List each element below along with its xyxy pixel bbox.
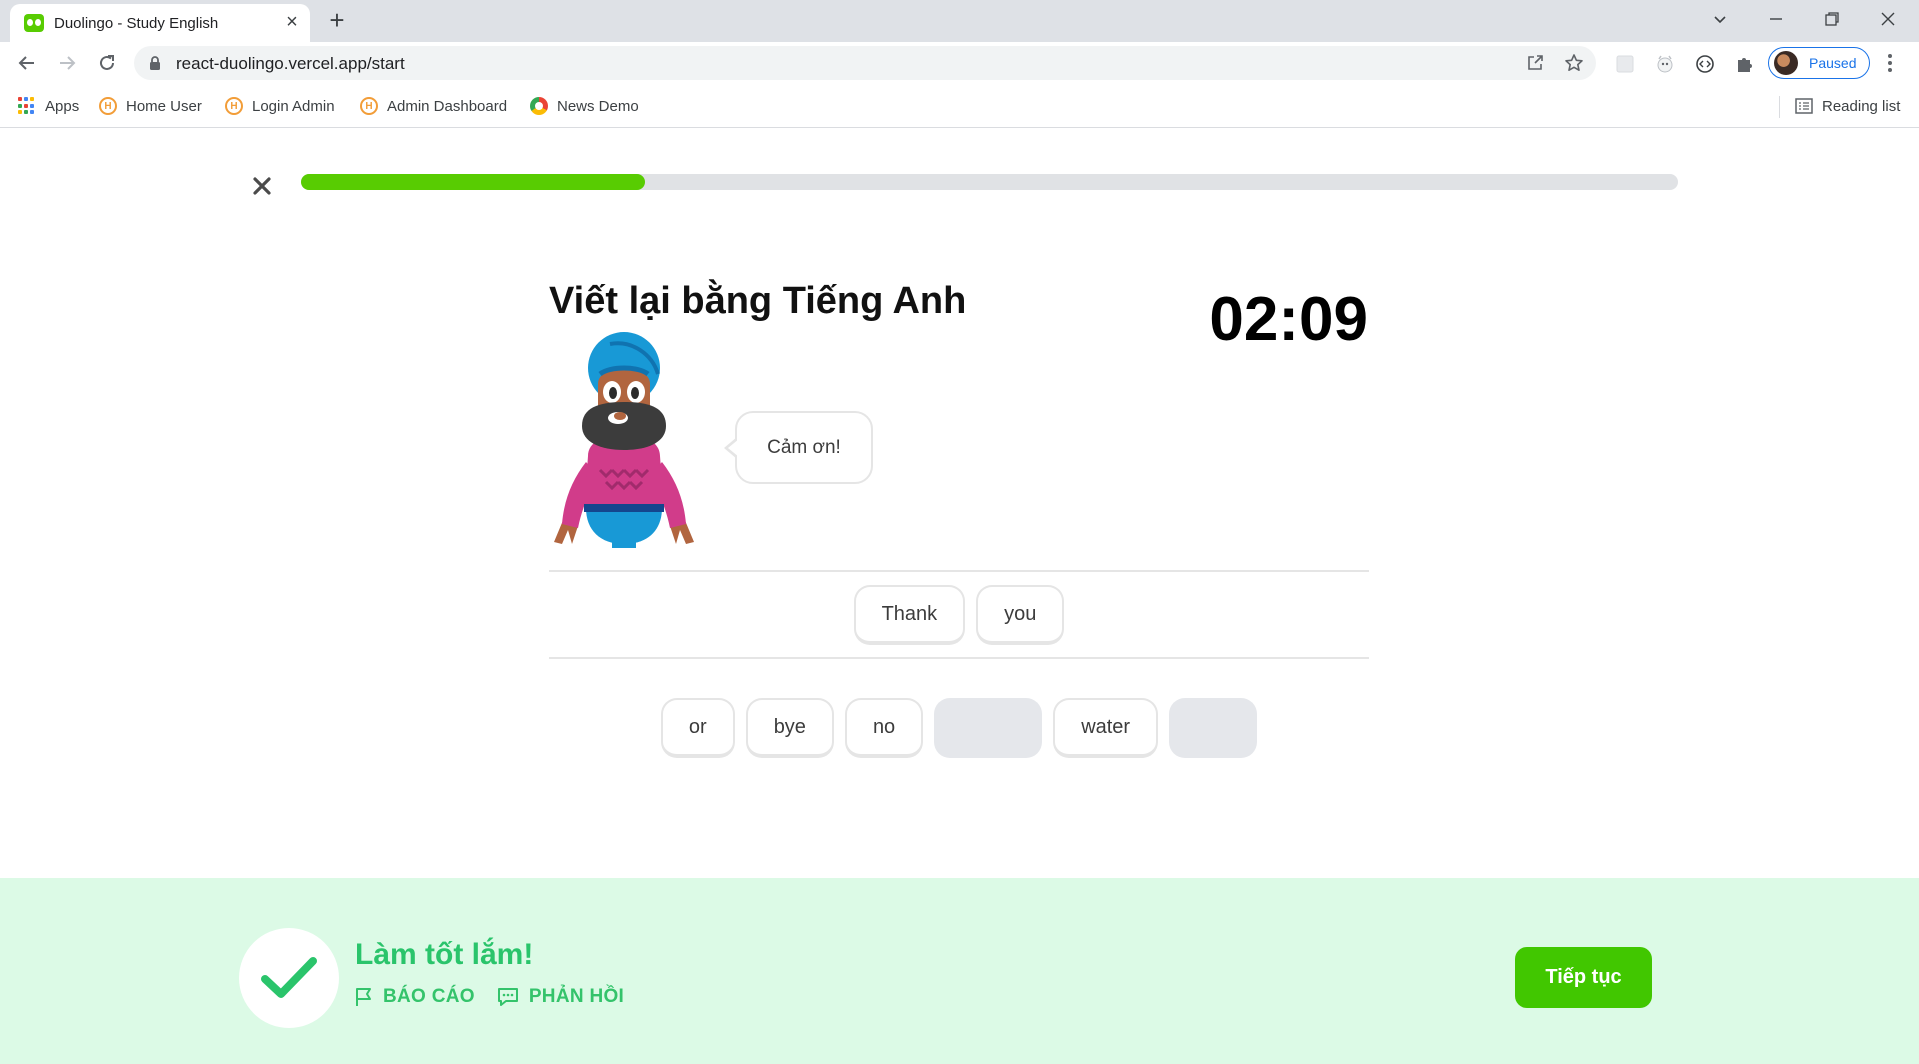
bookmark-news-demo[interactable]: News Demo bbox=[530, 94, 639, 118]
reading-list-button[interactable]: Reading list bbox=[1795, 94, 1900, 118]
speech-bubble-text: Cảm ơn! bbox=[767, 436, 841, 458]
reading-list-label: Reading list bbox=[1822, 97, 1901, 115]
speech-bubble[interactable]: Cảm ơn! bbox=[724, 411, 873, 484]
h-favicon-icon: H bbox=[225, 97, 243, 115]
answer-tile[interactable]: you bbox=[976, 585, 1065, 645]
news-favicon-icon bbox=[530, 97, 548, 115]
tab-title: Duolingo - Study English bbox=[54, 15, 219, 32]
address-bar[interactable]: react-duolingo.vercel.app/start bbox=[134, 46, 1596, 80]
bookmark-label: News Demo bbox=[557, 97, 639, 115]
bookmarks-bar: Apps H Home User H Login Admin H Admin D… bbox=[0, 84, 1919, 128]
back-arrow-icon[interactable] bbox=[12, 48, 42, 78]
exercise-prompt: Viết lại bằng Tiếng Anh bbox=[549, 280, 967, 322]
url-text[interactable]: react-duolingo.vercel.app/start bbox=[176, 54, 405, 74]
bookmarks-divider bbox=[1779, 96, 1780, 118]
word-bank-tile[interactable]: no bbox=[844, 698, 924, 758]
bookmark-star-icon[interactable] bbox=[1562, 51, 1586, 75]
forward-arrow-icon[interactable] bbox=[52, 48, 82, 78]
more-menu-icon[interactable] bbox=[1878, 51, 1902, 75]
new-tab-button[interactable]: + bbox=[322, 6, 352, 36]
bookmark-home-user[interactable]: H Home User bbox=[99, 94, 202, 118]
tab-close-icon[interactable]: × bbox=[280, 10, 304, 34]
feedback-title: Làm tốt lắm! bbox=[355, 938, 534, 971]
continue-button[interactable]: Tiếp tục bbox=[1515, 947, 1652, 1008]
browser-toolbar: react-duolingo.vercel.app/start Paused bbox=[0, 42, 1919, 84]
reading-list-icon bbox=[1795, 98, 1813, 114]
lesson-progress-bar bbox=[301, 174, 1678, 190]
character-illustration bbox=[548, 330, 700, 548]
window-close-icon[interactable] bbox=[1860, 0, 1916, 38]
quit-lesson-button[interactable] bbox=[249, 173, 275, 199]
avatar bbox=[1774, 51, 1798, 75]
word-bank-tile[interactable]: or bbox=[660, 698, 735, 758]
extension-code-icon[interactable] bbox=[1692, 51, 1718, 77]
apps-grid-icon bbox=[18, 97, 36, 115]
lock-icon bbox=[149, 56, 161, 75]
flag-icon bbox=[356, 988, 371, 1006]
report-button[interactable]: BÁO CÁO bbox=[355, 986, 475, 1008]
duolingo-favicon-icon bbox=[24, 14, 44, 32]
profile-button[interactable]: Paused bbox=[1768, 47, 1870, 79]
browser-tab[interactable]: Duolingo - Study English × bbox=[10, 4, 310, 42]
word-bank-tile-placeholder bbox=[934, 698, 1043, 758]
word-bank-tile[interactable]: bye bbox=[745, 698, 834, 758]
bookmark-login-admin[interactable]: H Login Admin bbox=[225, 94, 335, 118]
bookmark-label: Admin Dashboard bbox=[387, 97, 508, 115]
restore-icon[interactable] bbox=[1804, 0, 1860, 38]
bookmark-label: Login Admin bbox=[252, 97, 335, 115]
extension-dog-icon[interactable] bbox=[1652, 51, 1678, 77]
h-favicon-icon: H bbox=[360, 97, 378, 115]
tab-search-icon[interactable] bbox=[1692, 0, 1748, 38]
bookmark-admin-dashboard[interactable]: H Admin Dashboard bbox=[360, 94, 507, 118]
feedback-actions: BÁO CÁO PHẢN HỒI bbox=[355, 986, 624, 1008]
browser-tab-bar: Duolingo - Study English × + bbox=[0, 0, 1919, 42]
extensions-puzzle-icon[interactable] bbox=[1732, 51, 1758, 77]
answer-line-top bbox=[549, 570, 1369, 572]
reload-icon[interactable] bbox=[92, 48, 122, 78]
report-label: BÁO CÁO bbox=[383, 986, 475, 1007]
lesson-progress-fill bbox=[301, 174, 646, 190]
h-favicon-icon: H bbox=[99, 97, 117, 115]
minimize-icon[interactable] bbox=[1748, 0, 1804, 38]
extension-square-icon[interactable] bbox=[1612, 51, 1638, 77]
answer-tile[interactable]: Thank bbox=[853, 585, 966, 645]
answer-line-bottom bbox=[549, 657, 1369, 659]
countdown-timer: 02:09 bbox=[1209, 285, 1368, 354]
word-bank-tile[interactable]: water bbox=[1053, 698, 1159, 758]
comment-label: PHẢN HỒI bbox=[528, 986, 625, 1007]
feedback-footer: Làm tốt lắm! BÁO CÁO PHẢN HỒI Tiếp tục bbox=[0, 878, 1919, 1064]
close-icon bbox=[253, 177, 271, 195]
answer-area: Thank you bbox=[549, 585, 1369, 645]
word-bank: or bye no water bbox=[549, 698, 1369, 760]
correct-badge bbox=[239, 928, 339, 1028]
comment-icon bbox=[497, 988, 518, 1006]
comment-button[interactable]: PHẢN HỒI bbox=[497, 986, 624, 1008]
share-icon[interactable] bbox=[1523, 51, 1547, 75]
bookmark-apps[interactable]: Apps bbox=[18, 94, 79, 118]
bookmark-label: Apps bbox=[45, 97, 80, 115]
profile-status: Paused bbox=[1809, 55, 1857, 71]
word-bank-tile-placeholder bbox=[1169, 698, 1258, 758]
checkmark-icon bbox=[261, 957, 317, 998]
bookmark-label: Home User bbox=[126, 97, 202, 115]
